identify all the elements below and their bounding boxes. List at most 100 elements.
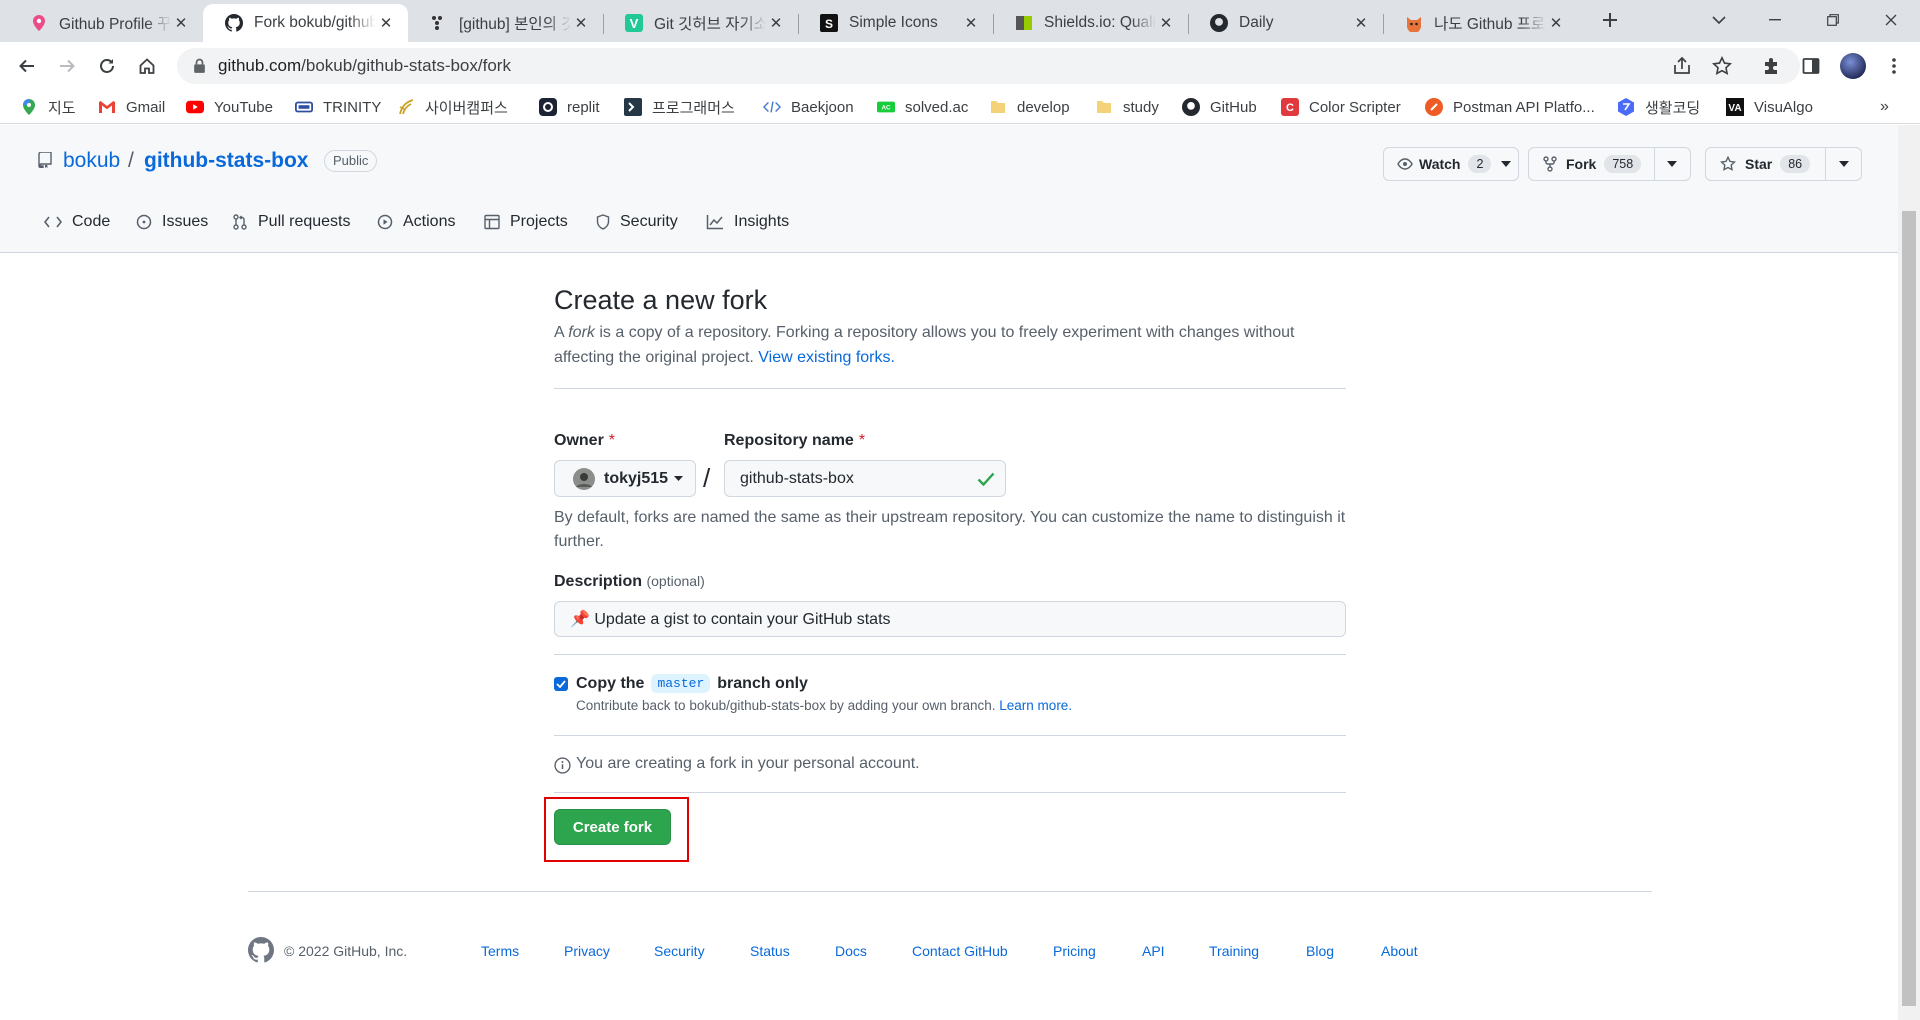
close-icon[interactable]: ✕ [961,13,981,33]
profile-avatar[interactable] [1837,50,1869,82]
bookmark-item[interactable]: AC solved.ac [877,95,968,119]
close-icon[interactable]: ✕ [171,13,191,33]
close-icon[interactable]: ✕ [1351,13,1371,33]
browser-tab[interactable]: S Simple Icons ✕ [798,4,993,42]
bookmark-item[interactable]: replit [539,95,600,119]
bookmark-item[interactable]: Postman API Platfo... [1425,95,1595,119]
repo-name-input[interactable]: github-stats-box [724,460,1006,497]
bookmark-item[interactable]: VA VisuAlgo [1726,95,1813,119]
fork-intro: A fork is a copy of a repository. Forkin… [554,324,1295,366]
address-bar[interactable]: github.com/bokub/github-stats-box/fork [177,48,1800,84]
bookmark-item[interactable]: Baekjoon [763,95,854,119]
restore-icon[interactable] [1810,0,1856,40]
bookmark-item[interactable]: TRINITY [295,95,381,119]
caret-down-icon[interactable] [1839,161,1849,167]
footer-link-about[interactable]: About [1381,943,1418,959]
side-panel-icon[interactable] [1795,50,1827,82]
browser-tab[interactable]: V Git 깃허브 자기소개 ✕ [603,4,798,42]
browser-tab[interactable]: Shields.io: Quality ✕ [993,4,1188,42]
check-icon [977,471,995,487]
browser-tab[interactable]: 나도 Github 프로필 ✕ [1383,4,1578,42]
tab-search-icon[interactable] [1696,0,1742,40]
tab-projects[interactable]: Projects [484,210,568,234]
home-icon[interactable] [131,50,163,82]
tab-security[interactable]: Security [596,210,678,234]
footer-link-api[interactable]: API [1142,943,1165,959]
solvedac-icon: AC [877,98,895,116]
footer-link-privacy[interactable]: Privacy [564,943,610,959]
tab-actions[interactable]: Actions [377,210,455,234]
github-mark-icon[interactable] [248,937,274,963]
github-page: bokub / github-stats-box Public Watch 2 … [0,125,1898,1020]
divider [554,654,1346,655]
tab-pull-requests[interactable]: Pull requests [232,210,351,234]
close-icon[interactable]: ✕ [1546,13,1566,33]
footer-link-status[interactable]: Status [750,943,790,959]
footer-link-security[interactable]: Security [654,943,705,959]
tab-insights[interactable]: Insights [706,210,789,234]
view-forks-link[interactable]: View existing forks. [758,349,895,366]
bookmark-star-icon[interactable] [1712,56,1732,76]
forward-icon[interactable] [51,50,83,82]
caret-down-icon[interactable] [1667,161,1677,167]
bookmark-item[interactable]: C Color Scripter [1281,95,1401,119]
info-icon [554,757,571,774]
bookmark-item[interactable]: YouTube [186,95,273,119]
shield-icon [596,214,620,230]
owner-label: Owner * [554,432,616,449]
browser-tab[interactable]: [github] 본인의 깃허브 ✕ [408,4,603,42]
footer-link-training[interactable]: Training [1209,943,1259,959]
share-icon[interactable] [1672,56,1692,76]
svg-text:S: S [825,17,833,31]
extensions-icon[interactable] [1755,50,1787,82]
bookmark-item[interactable]: GitHub [1182,95,1257,119]
bookmark-folder[interactable]: develop [989,95,1070,119]
tab-strip: Github Profile 꾸미기 ✕ Fork bokub/github-s… [0,0,1920,42]
close-icon[interactable]: ✕ [766,13,786,33]
svg-text:C: C [1286,102,1294,114]
new-tab-button[interactable] [1590,0,1630,40]
tab-issues[interactable]: Issues [136,210,208,234]
bookmark-item[interactable]: 지도 [20,95,76,119]
create-fork-button[interactable]: Create fork [554,809,671,845]
browser-tab[interactable]: Github Profile 꾸미기 ✕ [8,4,203,42]
watch-button[interactable]: Watch 2 [1383,147,1519,181]
tab-code[interactable]: Code [44,210,110,234]
close-icon[interactable]: ✕ [571,13,591,33]
repo-owner-link[interactable]: bokub [63,149,120,173]
page-scrollbar[interactable] [1898,125,1920,1020]
back-icon[interactable] [11,50,43,82]
footer-link-terms[interactable]: Terms [481,943,519,959]
footer-link-contact[interactable]: Contact GitHub [912,943,1008,959]
url-text: github.com/bokub/github-stats-box/fork [218,56,511,75]
copy-branch-checkbox[interactable] [554,677,568,691]
bookmark-item[interactable]: 사이버캠퍼스 [397,95,508,119]
browser-tab[interactable]: Daily ✕ [1188,4,1383,42]
fork-button[interactable]: Fork 758 [1528,147,1691,181]
bookmark-item[interactable]: 프로그래머스 [624,95,735,119]
reload-icon[interactable] [91,50,123,82]
bookmarks-overflow-icon[interactable]: » [1880,95,1889,119]
path-separator: / [128,149,134,172]
learn-more-link[interactable]: Learn more. [999,698,1072,713]
minimize-icon[interactable] [1752,0,1798,40]
branch-name-tag: master [651,674,711,693]
footer-link-blog[interactable]: Blog [1306,943,1334,959]
youtube-icon [186,98,204,116]
scrollbar-thumb[interactable] [1902,211,1916,1006]
footer-link-pricing[interactable]: Pricing [1053,943,1096,959]
footer-link-docs[interactable]: Docs [835,943,867,959]
owner-select[interactable]: tokyj515 [554,460,696,497]
close-icon[interactable]: ✕ [376,13,396,33]
bookmark-item[interactable]: Gmail [98,95,165,119]
menu-kebab-icon[interactable] [1878,50,1910,82]
close-window-icon[interactable] [1868,0,1914,40]
divider [554,792,1346,793]
close-icon[interactable]: ✕ [1156,13,1176,33]
bookmark-item[interactable]: 생활코딩 [1617,95,1700,119]
browser-tab-active[interactable]: Fork bokub/github-stats-box ✕ [203,4,408,42]
star-button[interactable]: Star 86 [1705,147,1862,181]
repo-name-link[interactable]: github-stats-box [144,149,308,173]
bookmark-folder[interactable]: study [1095,95,1159,119]
description-input[interactable]: 📌 Update a gist to contain your GitHub s… [554,601,1346,637]
